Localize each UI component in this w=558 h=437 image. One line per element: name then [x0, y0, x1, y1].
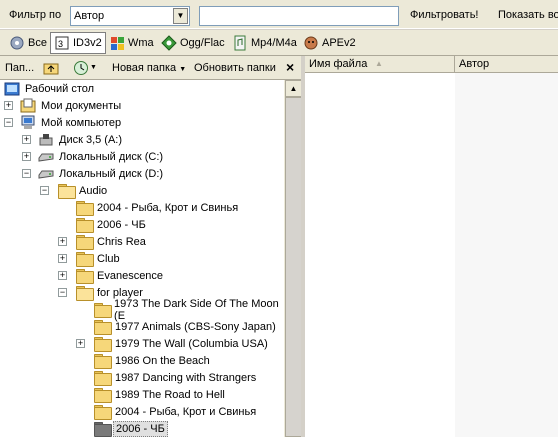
folder-icon: [94, 337, 112, 352]
sort-ascending-icon: ▲: [375, 59, 383, 68]
folder-icon: [76, 269, 94, 284]
folder-icon: [76, 235, 94, 250]
expand-plus-icon[interactable]: +: [22, 152, 31, 161]
file-list-header: Имя файла ▲ Автор: [305, 56, 558, 73]
expand-plus-icon[interactable]: +: [4, 101, 13, 110]
chevron-down-icon[interactable]: ▼: [90, 64, 97, 71]
folder-open-icon: [76, 286, 94, 301]
tree-item-desktop[interactable]: Рабочий стол: [4, 80, 96, 97]
windows-media-icon: [111, 37, 124, 50]
filter-toolbar: Фильтр по Автор ▼ Фильтровать! Показать …: [0, 0, 558, 29]
tree-item-folder[interactable]: 1979 The Wall (Columbia USA): [94, 335, 270, 352]
folder-icon: [94, 303, 113, 318]
tree-item-floppy[interactable]: Диск 3,5 (A:): [38, 131, 124, 148]
scroll-up-icon[interactable]: ▲: [285, 80, 302, 97]
file-list: Имя файла ▲ Автор: [305, 56, 558, 437]
tree-item-my-computer[interactable]: Мой компьютер: [20, 114, 123, 131]
tag-tabs-bar: Все 3 ID3v2 Wma Ogg/Flac Mp4/M4a APEv2: [0, 30, 558, 56]
collapse-minus-icon[interactable]: −: [4, 118, 13, 127]
folder-open-icon: [58, 184, 76, 199]
folder-icon: [76, 252, 94, 267]
tree-item-drive-c[interactable]: Локальный диск (C:): [38, 148, 165, 165]
collapse-minus-icon[interactable]: −: [22, 169, 31, 178]
folder-icon: [94, 422, 112, 437]
filter-field-value: Автор: [74, 10, 105, 22]
folder-pane-toolbar: Пап... ▼ Новая папка ▼ Обновить папки ×: [0, 56, 301, 80]
folder-tree: Рабочий стол + Мои документы − Мой компь…: [0, 80, 284, 437]
ogg-icon: [161, 35, 177, 51]
tree-scrollbar[interactable]: ▲: [284, 80, 302, 437]
history-icon[interactable]: [73, 60, 89, 76]
computer-icon: [21, 115, 35, 129]
chevron-down-icon[interactable]: ▼: [173, 8, 188, 24]
filter-button[interactable]: Фильтровать!: [410, 9, 479, 21]
expand-plus-icon[interactable]: +: [76, 339, 85, 348]
tree-item-folder[interactable]: 1987 Dancing with Strangers: [94, 369, 258, 386]
folder-icon: [94, 320, 112, 335]
tree-item-folder[interactable]: 2004 - Рыба, Крот и Свинья: [94, 403, 258, 420]
documents-icon: [20, 98, 36, 112]
expand-plus-icon[interactable]: +: [58, 271, 67, 280]
expand-plus-icon[interactable]: +: [58, 254, 67, 263]
tree-item-folder[interactable]: 1989 The Road to Hell: [94, 386, 227, 403]
file-list-body-author[interactable]: [455, 73, 558, 437]
floppy-drive-icon: [39, 133, 53, 145]
tab-wma[interactable]: Wma: [106, 32, 157, 54]
filter-label: Фильтр по: [9, 9, 62, 21]
new-folder-button[interactable]: Новая папка ▼: [112, 62, 186, 74]
tree-item-folder[interactable]: 1977 Animals (CBS-Sony Japan): [94, 318, 278, 335]
show-all-button[interactable]: Показать во: [498, 9, 558, 21]
filter-search-input[interactable]: [199, 6, 399, 26]
tree-item-folder[interactable]: 1986 On the Beach: [94, 352, 212, 369]
close-icon[interactable]: ×: [286, 59, 294, 75]
expand-plus-icon[interactable]: +: [58, 237, 67, 246]
collapse-minus-icon[interactable]: −: [58, 288, 67, 297]
tree-item-folder[interactable]: 2006 - ЧБ: [76, 216, 148, 233]
folder-icon: [94, 388, 112, 403]
tree-item-folder[interactable]: Club: [76, 250, 122, 267]
collapse-minus-icon[interactable]: −: [40, 186, 49, 195]
tree-item-selected[interactable]: 2006 - ЧБ: [94, 420, 168, 437]
folder-icon: [76, 201, 94, 216]
tab-all[interactable]: Все: [6, 32, 50, 54]
tree-item-folder[interactable]: Evanescence: [76, 267, 165, 284]
refresh-folders-button[interactable]: Обновить папки: [194, 62, 276, 74]
tree-item-drive-d[interactable]: Локальный диск (D:): [38, 165, 165, 182]
hard-drive-icon: [38, 170, 54, 179]
expand-plus-icon[interactable]: +: [22, 135, 31, 144]
folder-icon: [76, 218, 94, 233]
id3-icon: 3: [55, 36, 69, 50]
desktop-icon: [4, 82, 20, 95]
folders-pane-title: Пап...: [5, 62, 35, 74]
file-list-body[interactable]: [305, 73, 455, 437]
tree-item-audio[interactable]: Audio: [58, 182, 109, 199]
folder-icon: [94, 371, 112, 386]
folder-pane: Пап... ▼ Новая папка ▼ Обновить папки × …: [0, 56, 302, 437]
folder-icon: [94, 405, 112, 420]
ape-icon: [304, 36, 318, 50]
tab-mp4-m4a[interactable]: Mp4/M4a: [229, 32, 300, 54]
all-files-icon: [10, 36, 24, 50]
tab-id3v2[interactable]: 3 ID3v2: [50, 32, 106, 54]
svg-text:3: 3: [58, 39, 63, 49]
tab-apev2[interactable]: APEv2: [300, 32, 359, 54]
column-header-author[interactable]: Автор: [455, 56, 558, 73]
tab-ogg-flac[interactable]: Ogg/Flac: [158, 32, 228, 54]
mp4-icon: [234, 35, 246, 51]
tree-item-folder[interactable]: Chris Rea: [76, 233, 148, 250]
hard-drive-icon: [38, 153, 54, 162]
folder-up-icon[interactable]: [43, 60, 59, 76]
column-header-filename[interactable]: Имя файла ▲: [305, 56, 455, 73]
tree-item-folder[interactable]: 1973 The Dark Side Of The Moon (E: [94, 298, 284, 322]
scrollbar-thumb[interactable]: [285, 97, 302, 437]
filter-field-dropdown[interactable]: Автор ▼: [70, 6, 190, 26]
tree-item-folder[interactable]: 2004 - Рыба, Крот и Свинья: [76, 199, 240, 216]
folder-icon: [94, 354, 112, 369]
tree-item-my-documents[interactable]: Мои документы: [20, 97, 123, 114]
